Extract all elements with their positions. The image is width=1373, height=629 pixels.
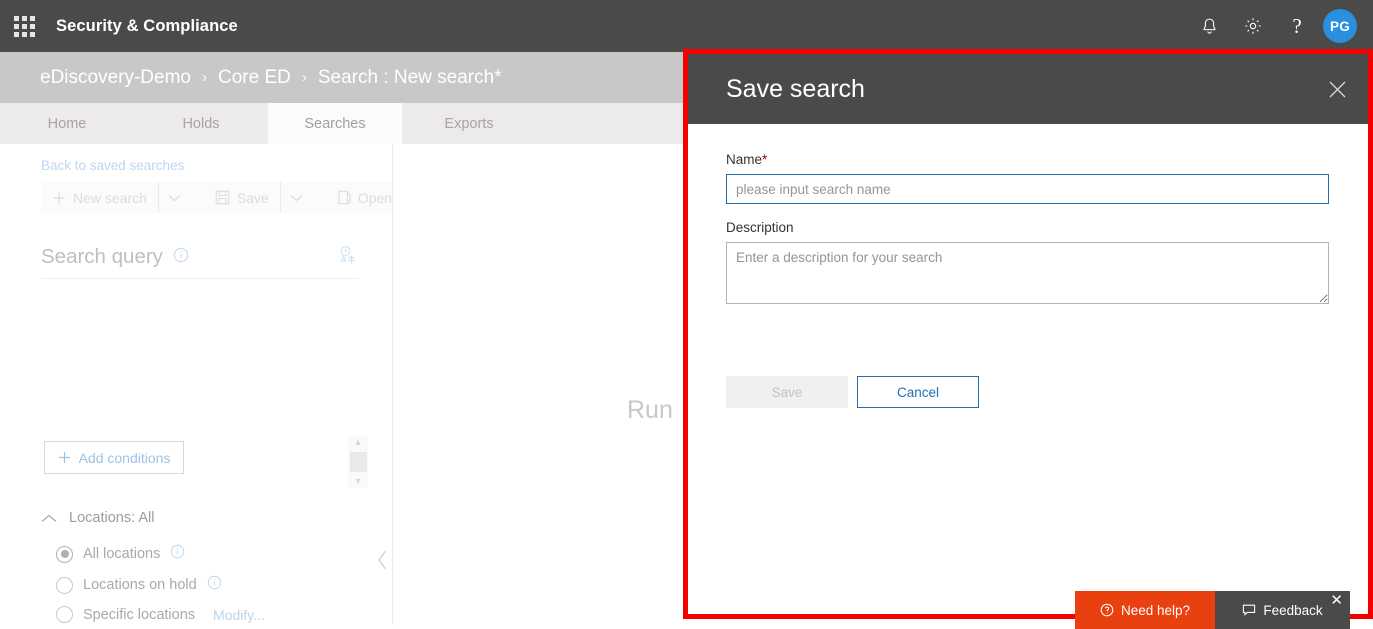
chevron-up-icon[interactable]: ▲: [354, 436, 363, 449]
save-button[interactable]: Save: [204, 182, 280, 213]
tab-holds[interactable]: Holds: [134, 103, 268, 144]
need-help-button[interactable]: Need help?: [1075, 591, 1215, 629]
info-circle-icon[interactable]: [207, 575, 222, 595]
chevron-right-icon: ›: [201, 69, 207, 86]
suite-header-actions: ? PG: [1187, 0, 1373, 52]
required-marker: *: [762, 152, 768, 167]
plus-icon: [58, 452, 70, 463]
save-search-dialog-actions: Save Cancel: [726, 376, 1328, 408]
radio-locations-on-hold[interactable]: Locations on hold: [56, 575, 222, 595]
search-query-header: Search query: [41, 236, 359, 279]
add-conditions-button[interactable]: Add conditions: [44, 441, 184, 474]
search-description-textarea[interactable]: [726, 242, 1329, 304]
collapse-pane-chevron-left-icon[interactable]: [377, 550, 388, 573]
radio-all-locations-label: All locations: [83, 546, 161, 562]
dialog-cancel-button[interactable]: Cancel: [857, 376, 979, 408]
question-mark-icon[interactable]: ?: [1275, 0, 1319, 52]
save-chevron-down-icon[interactable]: [279, 182, 312, 213]
scrollbar-thumb[interactable]: [349, 452, 367, 472]
tab-searches[interactable]: Searches: [268, 103, 402, 144]
tab-exports[interactable]: Exports: [402, 103, 536, 144]
new-search-label: New search: [73, 189, 147, 206]
question-circle-icon: [1100, 603, 1114, 617]
gear-icon[interactable]: [1231, 0, 1275, 52]
app-launcher-waffle-icon[interactable]: [0, 0, 48, 52]
save-search-dialog: Save search Name* Description Save Cance…: [688, 54, 1368, 614]
chevron-down-icon[interactable]: ▼: [354, 475, 363, 488]
back-to-saved-searches-link[interactable]: Back to saved searches: [41, 158, 184, 173]
info-circle-icon[interactable]: [173, 247, 189, 268]
modify-locations-link[interactable]: Modify...: [213, 607, 265, 623]
dialog-save-button[interactable]: Save: [726, 376, 848, 408]
chevron-up-icon: [41, 514, 57, 522]
radio-button-icon[interactable]: [56, 545, 73, 563]
save-search-dialog-title: Save search: [726, 74, 865, 103]
bell-icon[interactable]: [1187, 0, 1231, 52]
search-command-bar: New search Save Open...: [41, 182, 404, 213]
language-keyboard-icon[interactable]: [337, 245, 357, 270]
open-folder-icon: [338, 190, 351, 205]
radio-button-icon[interactable]: [56, 576, 73, 594]
suite-title: Security & Compliance: [56, 16, 238, 35]
breadcrumb-item-2: Search : New search*: [317, 66, 502, 88]
plus-icon: [53, 192, 65, 203]
locations-header-label: Locations: All: [69, 510, 155, 526]
save-disk-icon: [215, 190, 230, 205]
comment-icon: [1243, 604, 1256, 616]
help-glyph: ?: [1292, 13, 1302, 38]
app-root: Security & Compliance ? PG eDiscovery-De: [0, 0, 1373, 629]
save-search-dialog-header: Save search: [688, 54, 1368, 124]
breadcrumb-item-1[interactable]: Core ED: [218, 67, 291, 89]
breadcrumb-item-0[interactable]: eDiscovery-Demo: [40, 67, 191, 89]
save-search-dialog-body: Name* Description Save Cancel: [688, 124, 1368, 408]
name-label-text: Name: [726, 152, 763, 167]
info-circle-icon[interactable]: [170, 544, 185, 564]
locations-section-header[interactable]: Locations: All: [41, 510, 154, 526]
radio-button-icon[interactable]: [56, 606, 73, 623]
search-query-title: Search query: [41, 245, 163, 268]
add-conditions-label: Add conditions: [78, 449, 171, 466]
run-label: Run: [627, 396, 673, 424]
save-label: Save: [236, 189, 269, 206]
feedback-button[interactable]: Feedback ✕: [1215, 591, 1350, 629]
need-help-label: Need help?: [1120, 602, 1191, 618]
name-field-label: Name*: [726, 152, 1328, 167]
close-x-icon[interactable]: ✕: [1330, 593, 1343, 608]
radio-specific-locations[interactable]: Specific locations Modify...: [56, 606, 265, 623]
radio-all-locations[interactable]: All locations: [56, 544, 185, 564]
tab-home[interactable]: Home: [0, 103, 134, 144]
feedback-label: Feedback: [1263, 602, 1323, 618]
description-field-label: Description: [726, 220, 794, 235]
avatar[interactable]: PG: [1323, 9, 1357, 43]
radio-locations-on-hold-label: Locations on hold: [83, 577, 197, 593]
field-spacer: [726, 204, 1328, 220]
close-x-icon[interactable]: [1306, 54, 1368, 124]
chevron-right-icon: ›: [301, 69, 307, 86]
new-search-button[interactable]: New search: [41, 182, 158, 213]
radio-specific-locations-label: Specific locations: [83, 606, 196, 623]
search-left-pane: Back to saved searches New search Save O…: [0, 144, 404, 625]
conditions-scrollbar[interactable]: ▲ ▼: [348, 436, 368, 488]
help-feedback-bar: Need help? Feedback ✕: [1075, 591, 1350, 629]
search-name-input[interactable]: [726, 174, 1329, 204]
suite-header: Security & Compliance ? PG: [0, 0, 1373, 52]
new-search-chevron-down-icon[interactable]: [157, 182, 190, 213]
